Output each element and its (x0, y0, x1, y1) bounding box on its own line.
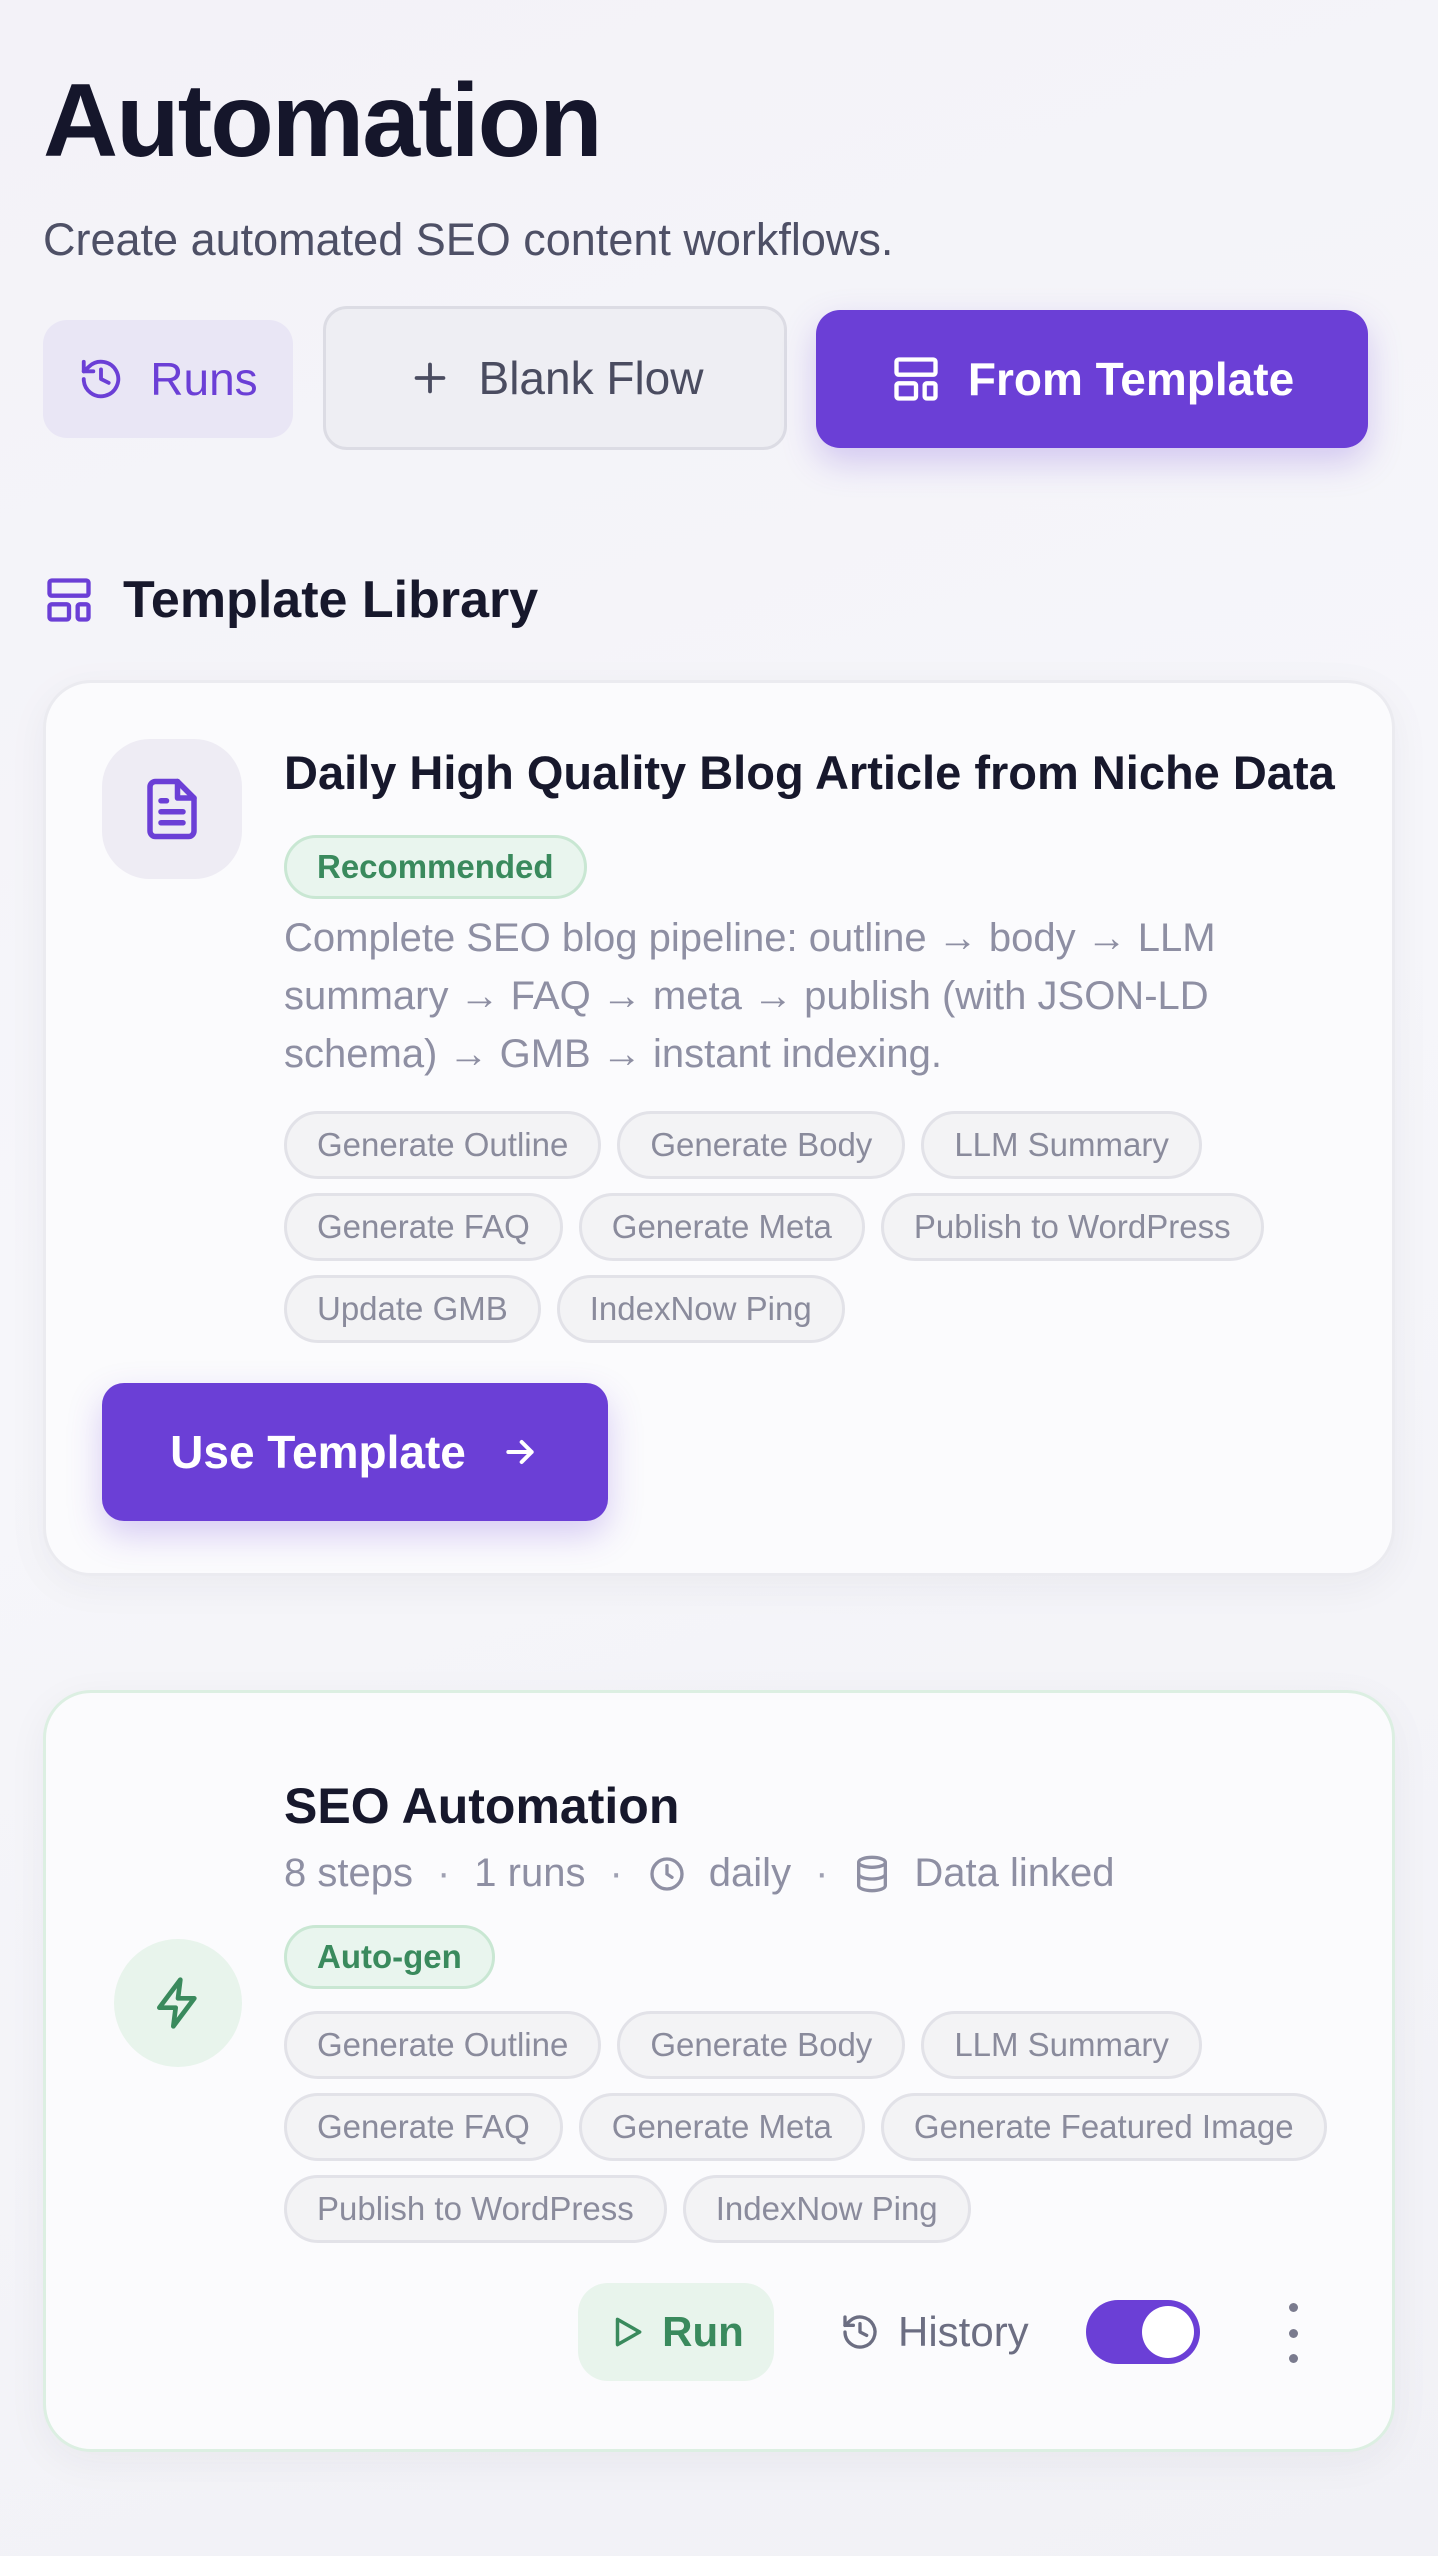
template-title: Daily High Quality Blog Article from Nic… (284, 746, 1335, 799)
step-chip: IndexNow Ping (682, 2175, 971, 2243)
separator-dot: · (815, 1851, 829, 1895)
template-steps: Generate Outline Generate Body LLM Summa… (284, 1111, 1344, 1343)
action-buttons: Runs Blank Flow From Template (43, 306, 1395, 450)
step-chip: Generate Featured Image (880, 2093, 1327, 2161)
template-card: Daily High Quality Blog Article from Nic… (43, 680, 1395, 1576)
use-template-button-label: Use Template (170, 1426, 466, 1478)
template-card-icon-box (102, 739, 242, 879)
history-icon (82, 359, 121, 399)
automation-title: SEO Automation (284, 1778, 680, 1834)
template-description: Complete SEO blog pipeline: outline → bo… (284, 916, 1216, 1076)
step-chip: Generate FAQ (284, 1193, 563, 1261)
step-chip: Publish to WordPress (284, 2175, 667, 2243)
automation-card: SEO Automation 8 steps · 1 runs · daily … (43, 1690, 1395, 2452)
step-chip: Generate Body (617, 2011, 906, 2079)
history-button[interactable]: History (840, 2283, 1029, 2381)
layout-template-icon (894, 357, 938, 401)
template-library-title: Template Library (123, 571, 539, 629)
blank-flow-button[interactable]: Blank Flow (323, 306, 787, 450)
toggle-knob (1142, 2306, 1194, 2358)
step-chip: Publish to WordPress (880, 1193, 1264, 1261)
auto-gen-badge: Auto-gen (284, 1925, 495, 1989)
database-icon (857, 1855, 888, 1892)
recommended-badge: Recommended (284, 835, 587, 899)
data-status: Data linked (852, 1851, 1115, 1896)
blank-flow-button-label: Blank Flow (478, 352, 704, 404)
arrow-right-icon (506, 1440, 534, 1464)
step-chip: Generate Outline (284, 1111, 602, 1179)
page-subtitle: Create automated SEO content workflows. (43, 214, 894, 265)
plus-icon (414, 362, 445, 394)
automation-meta: 8 steps · 1 runs · daily · Data linked (284, 1851, 1115, 1896)
step-chip: Generate Outline (284, 2011, 602, 2079)
runs-count: 1 runs (474, 1851, 586, 1895)
data-status-text: Data linked (914, 1851, 1115, 1895)
step-chip: Generate Body (617, 1111, 906, 1179)
play-icon (615, 2317, 642, 2347)
automation-steps: Generate Outline Generate Body LLM Summa… (284, 2011, 1344, 2243)
zap-icon (157, 1977, 197, 2029)
step-chip: LLM Summary (921, 1111, 1202, 1179)
step-chip: Generate Meta (578, 1193, 865, 1261)
enabled-toggle[interactable] (1086, 2300, 1200, 2364)
automation-card-icon-box (114, 1939, 242, 2067)
from-template-button[interactable]: From Template (816, 310, 1368, 448)
layout-template-icon (47, 578, 91, 622)
template-library-header: Template Library (43, 570, 538, 630)
step-chip: Generate FAQ (284, 2093, 563, 2161)
schedule-info: daily (647, 1851, 791, 1896)
step-chip: Generate Meta (578, 2093, 865, 2161)
from-template-button-label: From Template (967, 353, 1295, 405)
runs-button[interactable]: Runs (43, 320, 293, 438)
more-vertical-icon[interactable] (1278, 2303, 1308, 2363)
file-text-icon (147, 778, 197, 840)
runs-button-label: Runs (150, 353, 258, 405)
steps-count: 8 steps (284, 1851, 413, 1895)
run-button[interactable]: Run (578, 2283, 774, 2381)
step-chip: Update GMB (284, 1275, 541, 1343)
history-icon (843, 2315, 877, 2349)
step-chip: IndexNow Ping (556, 1275, 845, 1343)
use-template-button[interactable]: Use Template (102, 1383, 608, 1521)
run-button-label: Run (662, 2308, 744, 2355)
separator-dot: · (609, 1851, 623, 1895)
separator-dot: · (436, 1851, 451, 1895)
page-title: Automation (43, 63, 603, 179)
schedule-text: daily (708, 1851, 792, 1895)
clock-icon (650, 1856, 684, 1891)
automation-actions: Run History (578, 2283, 1358, 2383)
step-chip: LLM Summary (921, 2011, 1202, 2079)
history-button-label: History (898, 2308, 1029, 2355)
